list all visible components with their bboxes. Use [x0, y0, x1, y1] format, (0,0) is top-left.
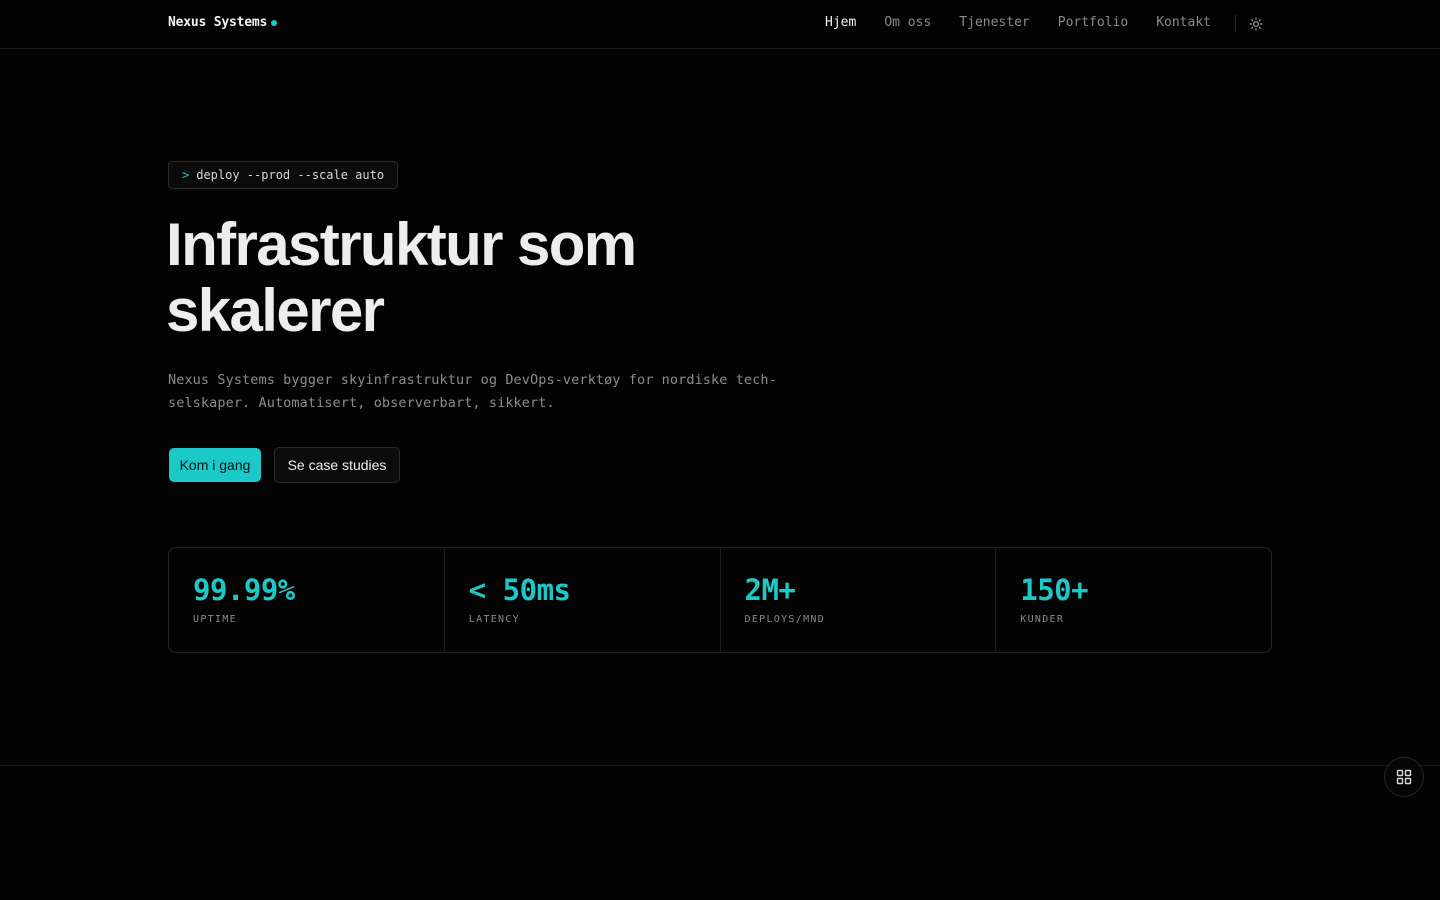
stat-label: UPTIME — [193, 614, 237, 625]
section-divider — [0, 765, 1440, 766]
nav-item-hjem[interactable]: Hjem — [825, 15, 856, 30]
nav-item-om-oss[interactable]: Om oss — [884, 15, 931, 30]
hero-subtitle: Nexus Systems bygger skyinfrastruktur og… — [168, 372, 777, 411]
nav-item-portfolio[interactable]: Portfolio — [1058, 15, 1128, 30]
logo-text: Nexus Systems — [168, 15, 268, 30]
command-badge: > deploy --prod --scale auto — [168, 161, 399, 189]
case-studies-button[interactable]: Se case studies — [274, 447, 400, 483]
logo[interactable]: Nexus Systems — [168, 15, 278, 30]
stat-deploys: 2M+ DEPLOYS/MND — [719, 548, 996, 652]
site-header: Nexus Systems Hjem Om oss Tjenester Port… — [0, 0, 1440, 49]
stat-latency: < 50ms LATENCY — [443, 548, 720, 652]
stat-label: DEPLOYS/MND — [744, 614, 826, 625]
logo-dot — [271, 20, 278, 26]
command-prompt: > — [182, 168, 190, 182]
nav-divider — [1235, 15, 1236, 32]
stat-value: 150+ — [1020, 573, 1089, 607]
command-text: deploy --prod --scale auto — [196, 168, 385, 182]
theme-toggle-button[interactable] — [1247, 15, 1265, 33]
main-nav: Hjem Om oss Tjenester Portfolio Kontakt — [825, 15, 1211, 30]
stat-label: KUNDER — [1020, 614, 1065, 625]
nav-item-tjenester[interactable]: Tjenester — [959, 15, 1029, 30]
stat-value: < 50ms — [468, 573, 571, 607]
hero-title-line2: skalerer — [166, 277, 385, 344]
stat-value: 2M+ — [744, 573, 796, 607]
hero-title-line1: Infrastruktur som — [166, 211, 637, 278]
stat-customers: 150+ KUNDER — [995, 548, 1271, 652]
nav-item-kontakt[interactable]: Kontakt — [1156, 15, 1211, 30]
grid-icon — [1396, 769, 1412, 785]
sun-icon — [1249, 17, 1263, 31]
stat-label: LATENCY — [468, 614, 520, 625]
apps-grid-button[interactable] — [1384, 757, 1424, 797]
stat-value: 99.99% — [193, 573, 295, 607]
stat-uptime: 99.99% UPTIME — [169, 548, 444, 652]
hero-title: Infrastruktur som skalerer — [166, 212, 866, 344]
get-started-button[interactable]: Kom i gang — [169, 448, 261, 482]
stats-panel: 99.99% UPTIME < 50ms LATENCY 2M+ DEPLOYS… — [168, 547, 1272, 653]
